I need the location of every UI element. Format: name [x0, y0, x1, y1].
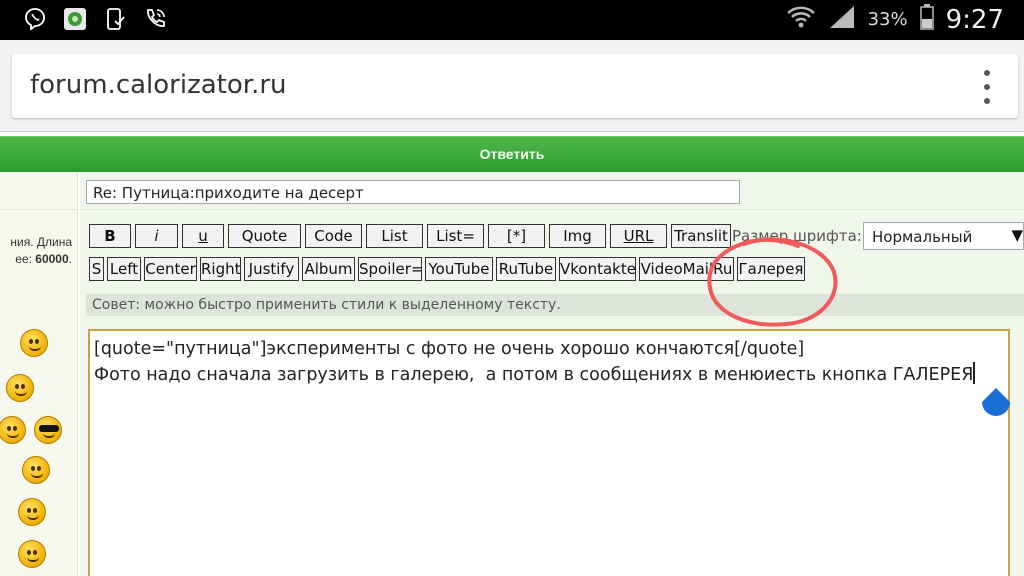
videomailru-button[interactable]: VideoMailRu — [639, 257, 734, 281]
cool-smiley-icon[interactable] — [34, 416, 62, 444]
system-indicators: 33% 9:27 — [786, 4, 1004, 35]
youtube-button[interactable]: YouTube — [425, 257, 493, 281]
battery-icon — [919, 4, 934, 35]
smiley-icon[interactable] — [0, 416, 26, 444]
battery-percent: 33% — [867, 9, 908, 30]
formatting-tip: Совет: можно быстро применить стили к вы… — [86, 294, 1024, 316]
message-line-2: Фото надо сначала загрузить в галерею, а… — [94, 365, 974, 385]
url-text: forum.calorizator.ru — [30, 70, 287, 100]
code-button[interactable]: Code — [305, 224, 362, 248]
address-bar[interactable]: forum.calorizator.ru — [12, 54, 1018, 118]
message-length-info: ния. Длина ее: 60000. — [10, 235, 72, 266]
align-left-button[interactable]: Left — [107, 257, 141, 281]
angry-smiley-icon[interactable] — [18, 498, 46, 526]
call-icon — [142, 6, 168, 32]
list-button[interactable]: List — [366, 224, 423, 248]
signal-icon — [828, 4, 856, 35]
gallery-button[interactable]: Галерея — [737, 257, 805, 281]
rutube-button[interactable]: RuTube — [496, 257, 556, 281]
album-button[interactable]: Album — [302, 257, 355, 281]
clock: 9:27 — [945, 4, 1004, 35]
phone-checkmark-icon — [102, 6, 128, 32]
reply-title: Ответить — [479, 146, 545, 162]
italic-button[interactable]: i — [135, 224, 178, 248]
underline-button[interactable]: u — [182, 224, 224, 248]
text-handle-icon[interactable] — [980, 388, 1012, 422]
app-notification-icon — [62, 6, 88, 32]
message-textarea[interactable]: [quote="путница"]эксперименты с фото не … — [88, 329, 1010, 576]
font-size-select[interactable]: Нормальный ▼ — [863, 222, 1024, 250]
browser-toolbar: forum.calorizator.ru — [0, 40, 1024, 132]
browser-menu-icon[interactable] — [980, 70, 994, 104]
spoiler-button[interactable]: Spoiler= — [358, 257, 422, 281]
justify-button[interactable]: Justify — [244, 257, 299, 281]
text-cursor — [973, 362, 976, 384]
reply-form: Re: Путница:приходите на десерт B i u Qu… — [80, 172, 1024, 576]
wifi-icon — [786, 4, 816, 35]
viber-icon — [22, 6, 48, 32]
notification-icons — [22, 6, 168, 32]
font-size-label: Размер шрифта: — [732, 227, 862, 245]
status-bar: 33% 9:27 — [0, 0, 1024, 40]
vkontakte-button[interactable]: Vkontakte — [559, 257, 636, 281]
smiley-icon[interactable] — [22, 456, 50, 484]
message-line-1: [quote="путница"]эксперименты с фото не … — [94, 339, 805, 359]
list-item-button[interactable]: [*] — [488, 224, 545, 248]
quote-button[interactable]: Quote — [228, 224, 301, 248]
smiley-icon[interactable] — [6, 374, 34, 402]
translit-button[interactable]: Translit — [671, 224, 731, 248]
dropdown-arrow-icon: ▼ — [1011, 226, 1023, 244]
align-center-button[interactable]: Center — [144, 257, 197, 281]
img-button[interactable]: Img — [549, 224, 606, 248]
strike-button[interactable]: S — [89, 257, 104, 281]
list-numbered-button[interactable]: List= — [427, 224, 484, 248]
left-sidebar: ния. Длина ее: 60000. — [0, 172, 78, 576]
subject-input[interactable]: Re: Путница:приходите на десерт — [86, 180, 740, 204]
bold-button[interactable]: B — [89, 224, 131, 248]
reply-header-bar: Ответить — [0, 136, 1024, 172]
smiley-icon[interactable] — [20, 329, 48, 357]
align-right-button[interactable]: Right — [200, 257, 241, 281]
smiley-icon[interactable] — [18, 540, 46, 568]
url-button[interactable]: URL — [610, 224, 667, 248]
